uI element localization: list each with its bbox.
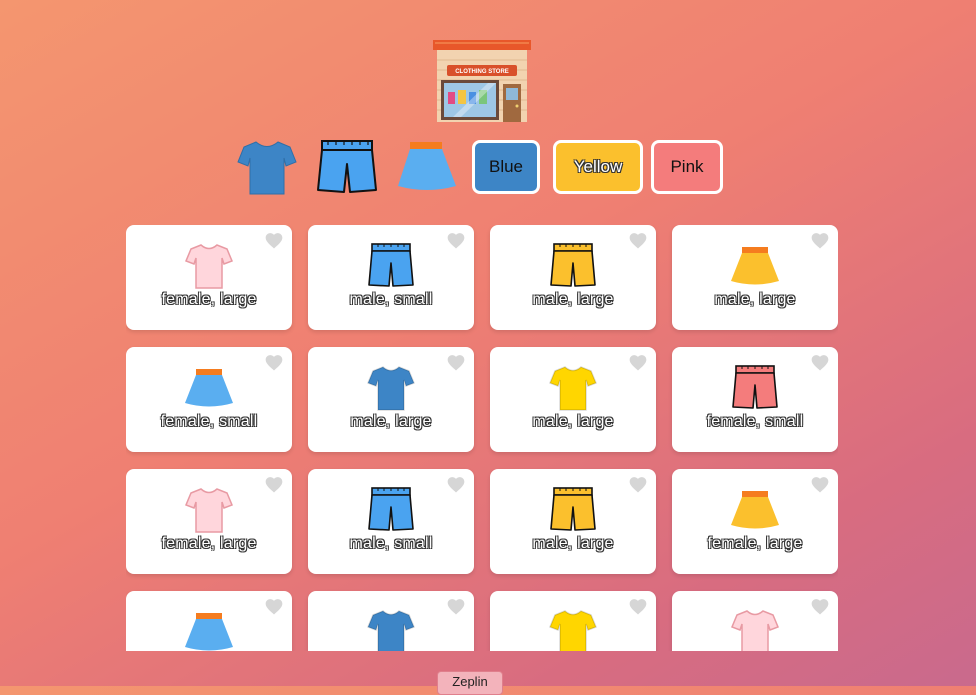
heart-icon[interactable] [264, 231, 284, 251]
heart-icon[interactable] [628, 353, 648, 373]
skirt-icon [728, 241, 782, 291]
product-card[interactable]: female, small [126, 347, 292, 452]
product-label: female, large [707, 535, 803, 552]
filter-color-label: Pink [670, 157, 704, 176]
shirt-icon [728, 607, 782, 651]
zeplin-label: Zeplin [452, 674, 488, 689]
filter-shorts[interactable] [314, 138, 380, 198]
filter-shirt[interactable] [234, 138, 300, 198]
shirt-icon [546, 607, 600, 651]
product-card[interactable] [308, 591, 474, 651]
skirt-icon [182, 363, 236, 413]
filter-color-pink[interactable]: Pink [651, 140, 723, 194]
heart-icon[interactable] [810, 597, 830, 617]
heart-icon[interactable] [810, 475, 830, 495]
filter-color-blue[interactable]: Blue [472, 140, 540, 194]
shorts-icon [364, 241, 418, 291]
product-card[interactable]: female, small [672, 347, 838, 452]
product-card[interactable]: male, large [672, 225, 838, 330]
product-card[interactable]: male, small [308, 225, 474, 330]
heart-icon[interactable] [628, 597, 648, 617]
shorts-icon [728, 363, 782, 413]
product-card[interactable] [126, 591, 292, 651]
product-label: female, small [160, 413, 258, 430]
product-card[interactable] [672, 591, 838, 651]
product-label: male, large [350, 413, 432, 430]
product-label: male, large [532, 291, 614, 308]
shorts-icon [317, 140, 377, 193]
shorts-icon [546, 241, 600, 291]
heart-icon[interactable] [264, 475, 284, 495]
shirt-icon [364, 607, 418, 651]
product-label: female, small [706, 413, 804, 430]
product-card[interactable]: male, large [490, 347, 656, 452]
heart-icon[interactable] [810, 231, 830, 251]
heart-icon[interactable] [446, 353, 466, 373]
heart-icon[interactable] [810, 353, 830, 373]
product-card[interactable]: female, large [672, 469, 838, 574]
filter-color-yellow[interactable]: Yellow [553, 140, 643, 194]
store-sign-text: CLOTHING STORE [455, 69, 509, 75]
product-card[interactable]: male, large [490, 469, 656, 574]
filter-skirt[interactable] [394, 138, 460, 198]
product-card[interactable]: female, large [126, 225, 292, 330]
product-label: male, large [532, 535, 614, 552]
zeplin-button[interactable]: Zeplin [437, 671, 503, 695]
product-label: female, large [161, 535, 257, 552]
product-label: male, large [532, 413, 614, 430]
heart-icon[interactable] [446, 475, 466, 495]
product-card[interactable]: male, small [308, 469, 474, 574]
heart-icon[interactable] [628, 475, 648, 495]
skirt-icon [728, 485, 782, 535]
filter-bar: Blue Yellow Pink [0, 138, 976, 198]
shirt-icon [182, 241, 236, 291]
heart-icon[interactable] [446, 231, 466, 251]
product-label: male, small [349, 291, 433, 308]
product-label: male, small [349, 535, 433, 552]
skirt-icon [398, 142, 456, 190]
clothing-store-icon: CLOTHING STORE [433, 40, 531, 122]
product-card[interactable]: female, large [126, 469, 292, 574]
filter-color-label: Blue [488, 157, 524, 176]
product-card[interactable]: male, large [490, 225, 656, 330]
shirt-icon [546, 363, 600, 413]
shirt-icon [364, 363, 418, 413]
product-label: female, large [161, 291, 257, 308]
product-card[interactable] [490, 591, 656, 651]
shirt-icon [237, 141, 297, 195]
skirt-icon [182, 607, 236, 651]
shirt-icon [182, 485, 236, 535]
product-grid: female, large male, small male, large male,… [126, 225, 838, 651]
product-card[interactable]: male, large [308, 347, 474, 452]
filter-color-label: Yellow [573, 157, 623, 176]
heart-icon[interactable] [264, 597, 284, 617]
shorts-icon [546, 485, 600, 535]
heart-icon[interactable] [628, 231, 648, 251]
heart-icon[interactable] [264, 353, 284, 373]
shorts-icon [364, 485, 418, 535]
product-label: male, large [714, 291, 796, 308]
heart-icon[interactable] [446, 597, 466, 617]
